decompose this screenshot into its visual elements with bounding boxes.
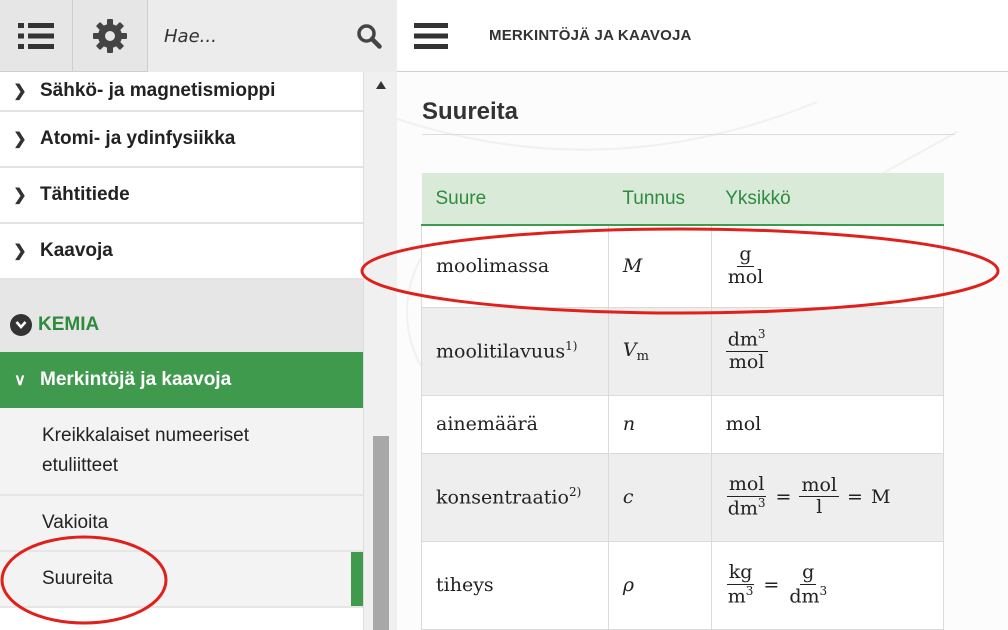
chevron-down-icon: ∨ (14, 372, 26, 389)
unit-fraction: mol dm3 (726, 472, 767, 520)
symbol-cell: M (607, 224, 712, 308)
arrow-up-icon (376, 81, 386, 89)
sidebar-subitem-label: Kreikkalaiset numeeriset etuliitteet (42, 424, 249, 476)
search-box (148, 0, 397, 72)
sidebar-item-label: Tähtitiede (40, 184, 130, 205)
table-row: moolitilavuus1) Vm dm3 mol (421, 306, 945, 396)
sidebar-item-formulas[interactable]: ❯ Kaavoja (0, 224, 363, 280)
list-icon (18, 23, 54, 49)
hamburger-icon (414, 23, 448, 49)
unit-fraction: g dm3 (789, 560, 828, 608)
sidebar-subitem-label: Vakioita (42, 512, 109, 533)
top-toolbar (0, 0, 397, 72)
symbol-cell: ρ (607, 540, 712, 630)
quantity-cell: moolimassa (421, 224, 609, 308)
sidebar-nav: ❯ Sähkö- ja magnetismioppi ❯ Atomi- ja y… (0, 72, 363, 630)
sidebar-item-electromagnetism[interactable]: ❯ Sähkö- ja magnetismioppi (0, 72, 363, 112)
section-label: KEMIA (38, 314, 100, 335)
table-row: ainemäärä n mol (421, 394, 945, 454)
sidebar-subitem-constants[interactable]: Vakioita (0, 496, 363, 552)
column-header-symbol: Tunnus (608, 173, 712, 226)
search-button[interactable] (351, 18, 387, 54)
quantity-cell: tiheys (421, 540, 609, 630)
unit-fraction: dm3 mol (725, 326, 768, 374)
sidebar-item-atomic-physics[interactable]: ❯ Atomi- ja ydinfysiikka (0, 112, 363, 168)
search-input[interactable] (148, 0, 348, 72)
column-header-quantity: Suure (421, 173, 609, 226)
column-header-unit: Yksikkö (711, 173, 944, 226)
table-row: moolimassa M g mol (421, 224, 945, 308)
sidebar-item-label: Kaavoja (40, 240, 113, 261)
sidebar-scrollbar[interactable] (363, 72, 397, 630)
unit-fraction: mol l (799, 473, 840, 519)
unit-cell: dm3 mol (710, 306, 945, 396)
unit-cell: mol (710, 394, 945, 454)
settings-button[interactable] (72, 0, 148, 72)
chevron-right-icon: ❯ (13, 83, 27, 100)
main-content: Suureita Suure Tunnus Yksikkö moolimassa… (397, 72, 1008, 630)
search-icon (357, 24, 382, 49)
chevron-right-icon: ❯ (13, 243, 27, 260)
sidebar-subitem-quantities[interactable]: Suureita (0, 552, 363, 608)
unit-fraction: g mol (727, 242, 764, 288)
quantity-cell: moolitilavuus1) (421, 306, 609, 396)
symbol-cell: c (607, 452, 712, 542)
title-divider (422, 134, 955, 135)
sidebar-item-astronomy[interactable]: ❯ Tähtitiede (0, 168, 363, 224)
quantity-cell: ainemäärä (421, 394, 609, 454)
table-row: konsentraatio2) c mol dm3 = mol l = M (421, 452, 945, 542)
scroll-up-button[interactable] (364, 74, 398, 96)
chevron-right-icon: ❯ (13, 131, 27, 148)
unit-cell: g mol (710, 224, 945, 308)
sidebar-group-notations-formulas[interactable]: ∨ Merkintöjä ja kaavoja (0, 352, 363, 408)
chevron-down-circle-icon (10, 314, 32, 336)
scrollbar-thumb[interactable] (373, 436, 389, 630)
chevron-right-icon: ❯ (13, 187, 27, 204)
section-header-chemistry[interactable]: KEMIA (10, 314, 99, 336)
content-header: MERKINTÖJÄ JA KAAVOJA (397, 0, 1008, 72)
breadcrumb-title: MERKINTÖJÄ JA KAAVOJA (489, 27, 692, 44)
page-title: Suureita (422, 98, 519, 125)
quantities-table: Suure Tunnus Yksikkö moolimassa M g mol … (421, 173, 945, 630)
toc-menu-button[interactable] (0, 0, 72, 72)
unit-fraction: kg m3 (726, 560, 755, 608)
sidebar-group-label: Merkintöjä ja kaavoja (40, 369, 232, 390)
quantity-cell: konsentraatio2) (421, 452, 609, 542)
sidebar-subitem-label: Suureita (42, 568, 113, 589)
sidebar-item-label: Atomi- ja ydinfysiikka (40, 128, 236, 149)
sidebar-subitem-greek-prefixes[interactable]: Kreikkalaiset numeeriset etuliitteet (0, 408, 363, 496)
symbol-cell: Vm (607, 306, 712, 396)
content-menu-button[interactable] (411, 16, 451, 56)
table-header-row: Suure Tunnus Yksikkö (421, 173, 944, 226)
symbol-cell: n (607, 394, 712, 454)
gear-icon (93, 19, 127, 53)
unit-cell: mol dm3 = mol l = M (710, 452, 945, 542)
current-page-indicator (351, 552, 363, 606)
table-row: tiheys ρ kg m3 = g dm3 (421, 540, 945, 630)
unit-cell: kg m3 = g dm3 (710, 540, 945, 630)
sidebar-item-label: Sähkö- ja magnetismioppi (40, 80, 276, 101)
